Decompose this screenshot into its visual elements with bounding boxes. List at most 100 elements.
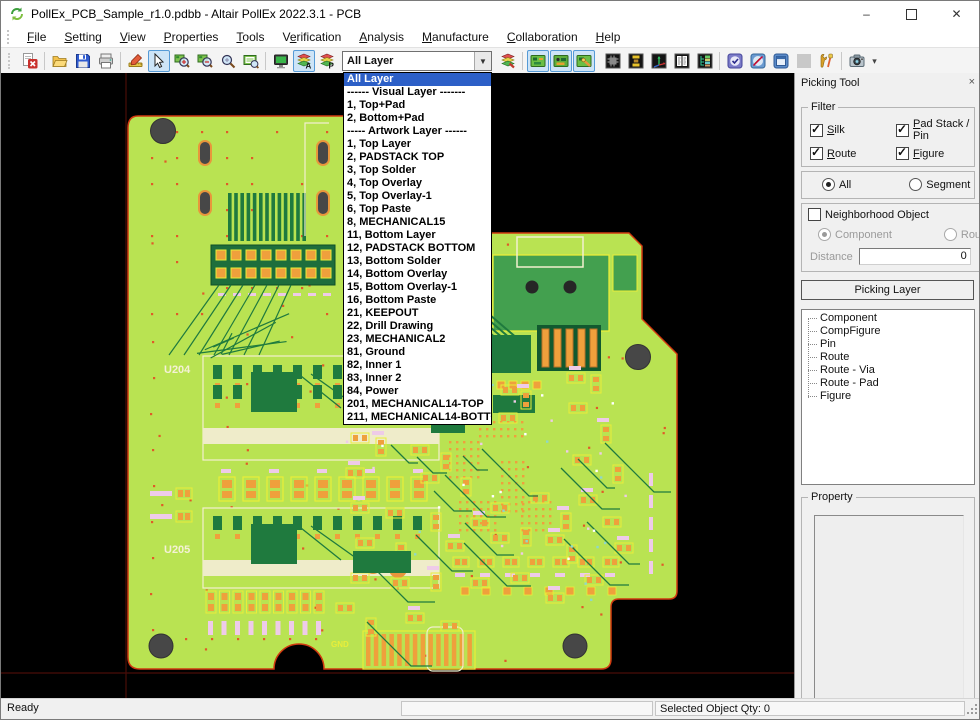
checkbox-box[interactable] xyxy=(810,147,823,160)
radio-circle[interactable] xyxy=(822,178,835,191)
object-list-item[interactable]: Figure xyxy=(802,390,974,403)
layer-option[interactable]: 211, MECHANICAL14-BOTTOM xyxy=(344,411,491,424)
object-list-item[interactable]: Route - Pad xyxy=(802,377,974,390)
layer-all-button[interactable]: A xyxy=(293,50,315,72)
menu-tools[interactable]: Tools xyxy=(227,28,273,46)
display-option-button[interactable] xyxy=(270,50,292,72)
print-button[interactable] xyxy=(95,50,117,72)
object-type-list[interactable]: ComponentCompFigurePinRouteRoute - ViaRo… xyxy=(801,309,975,485)
view-3d-button[interactable] xyxy=(648,50,670,72)
measure-button[interactable] xyxy=(125,50,147,72)
netlist-view-button[interactable] xyxy=(671,50,693,72)
menu-manufacture[interactable]: Manufacture xyxy=(413,28,498,46)
object-list-item[interactable]: CompFigure xyxy=(802,325,974,338)
layer-pick-button[interactable]: P xyxy=(316,50,338,72)
verify-button[interactable] xyxy=(724,50,746,72)
maximize-button[interactable] xyxy=(889,1,934,27)
neighborhood-checkbox-box[interactable] xyxy=(808,208,821,221)
layer-option[interactable]: ----- Artwork Layer ------ xyxy=(344,125,491,138)
padstack-view-button[interactable] xyxy=(625,50,647,72)
layer-option[interactable]: 22, Drill Drawing xyxy=(344,320,491,333)
board-tool-button[interactable] xyxy=(573,50,595,72)
layer-option[interactable]: 8, MECHANICAL15 xyxy=(344,216,491,229)
zoom-window-button[interactable] xyxy=(217,50,239,72)
close-icon[interactable]: × xyxy=(969,76,975,88)
filter-checkbox-figure[interactable]: Figure xyxy=(896,147,970,160)
object-list-item[interactable]: Route - Via xyxy=(802,364,974,377)
layer-option[interactable]: 84, Power xyxy=(344,385,491,398)
layer-option[interactable]: 1, Top+Pad xyxy=(344,99,491,112)
object-list-item[interactable]: Route xyxy=(802,351,974,364)
layer-option[interactable]: 16, Bottom Paste xyxy=(344,294,491,307)
layer-option[interactable]: ------ Visual Layer ------- xyxy=(344,86,491,99)
resize-grip[interactable] xyxy=(966,703,978,718)
layer-select-combo[interactable]: All Layer▼ xyxy=(342,51,492,71)
layer-option[interactable]: 6, Top Paste xyxy=(344,203,491,216)
toolbar-grip[interactable] xyxy=(7,30,14,44)
menu-analysis[interactable]: Analysis xyxy=(350,28,413,46)
layer-option[interactable]: 82, Inner 1 xyxy=(344,359,491,372)
tree-view-button[interactable] xyxy=(694,50,716,72)
component-view-button[interactable] xyxy=(602,50,624,72)
layer-option[interactable]: All Layer xyxy=(344,73,491,86)
layer-option[interactable]: 3, Top Solder xyxy=(344,164,491,177)
scope-radio-all[interactable]: All xyxy=(822,178,851,191)
layer-option[interactable]: 5, Top Overlay-1 xyxy=(344,190,491,203)
edit-lock-button[interactable] xyxy=(747,50,769,72)
object-list-item[interactable]: Component xyxy=(802,312,974,325)
distance-input[interactable]: 0 xyxy=(859,248,971,265)
menu-collaboration[interactable]: Collaboration xyxy=(498,28,587,46)
menu-setting[interactable]: Setting xyxy=(55,28,110,46)
neighborhood-checkbox[interactable]: Neighborhood Object xyxy=(808,208,980,221)
layer-option[interactable]: 201, MECHANICAL14-TOP xyxy=(344,398,491,411)
filter-checkbox-silk[interactable]: Silk xyxy=(810,118,896,142)
close-button[interactable]: ✕ xyxy=(934,1,979,27)
layer-option[interactable]: 83, Inner 2 xyxy=(344,372,491,385)
menu-verification[interactable]: Verification xyxy=(273,28,350,46)
checkbox-box[interactable] xyxy=(896,147,909,160)
toolbar-grip[interactable] xyxy=(8,53,15,69)
menu-properties[interactable]: Properties xyxy=(155,28,228,46)
close-pcb-button[interactable] xyxy=(19,50,41,72)
tools-config-button[interactable] xyxy=(816,50,838,72)
capture-button[interactable] xyxy=(846,50,868,72)
picking-layer-button[interactable]: Picking Layer xyxy=(801,280,974,300)
window-view-button[interactable] xyxy=(770,50,792,72)
radio-label: Segment xyxy=(926,179,970,191)
layer-option[interactable]: 11, Bottom Layer xyxy=(344,229,491,242)
radio-circle[interactable] xyxy=(909,178,922,191)
filter-checkbox-route[interactable]: Route xyxy=(810,147,896,160)
layer-option[interactable]: 2, PADSTACK TOP xyxy=(344,151,491,164)
overflow-button[interactable]: ▾ xyxy=(869,50,881,72)
layer-option[interactable]: 2, Bottom+Pad xyxy=(344,112,491,125)
chevron-down-icon[interactable]: ▼ xyxy=(474,52,491,70)
layer-setting-button[interactable] xyxy=(497,50,519,72)
zoom-out-button[interactable] xyxy=(194,50,216,72)
board-bottom-button[interactable] xyxy=(550,50,572,72)
checkbox-label: Pad Stack / Pin xyxy=(913,118,970,142)
filter-checkbox-pad-stack-pin[interactable]: Pad Stack / Pin xyxy=(896,118,970,142)
layer-option[interactable]: 12, PADSTACK BOTTOM xyxy=(344,242,491,255)
menu-file[interactable]: File xyxy=(18,28,55,46)
checkbox-box[interactable] xyxy=(896,124,909,137)
layer-option[interactable]: 81, Ground xyxy=(344,346,491,359)
menu-help[interactable]: Help xyxy=(587,28,630,46)
select-button[interactable] xyxy=(148,50,170,72)
layer-option[interactable]: 23, MECHANICAL2 xyxy=(344,333,491,346)
scope-radio-segment[interactable]: Segment xyxy=(909,178,970,191)
menu-view[interactable]: View xyxy=(111,28,155,46)
minimize-button[interactable]: – xyxy=(844,1,889,27)
layer-option[interactable]: 13, Bottom Solder xyxy=(344,255,491,268)
board-top-button[interactable] xyxy=(527,50,549,72)
layer-option[interactable]: 1, Top Layer xyxy=(344,138,491,151)
zoom-in-button[interactable] xyxy=(171,50,193,72)
zoom-fit-button[interactable] xyxy=(240,50,262,72)
layer-option[interactable]: 4, Top Overlay xyxy=(344,177,491,190)
layer-option[interactable]: 21, KEEPOUT xyxy=(344,307,491,320)
layer-option[interactable]: 15, Bottom Overlay-1 xyxy=(344,281,491,294)
open-button[interactable] xyxy=(49,50,71,72)
save-button[interactable] xyxy=(72,50,94,72)
object-list-item[interactable]: Pin xyxy=(802,338,974,351)
checkbox-box[interactable] xyxy=(810,124,823,137)
layer-option[interactable]: 14, Bottom Overlay xyxy=(344,268,491,281)
